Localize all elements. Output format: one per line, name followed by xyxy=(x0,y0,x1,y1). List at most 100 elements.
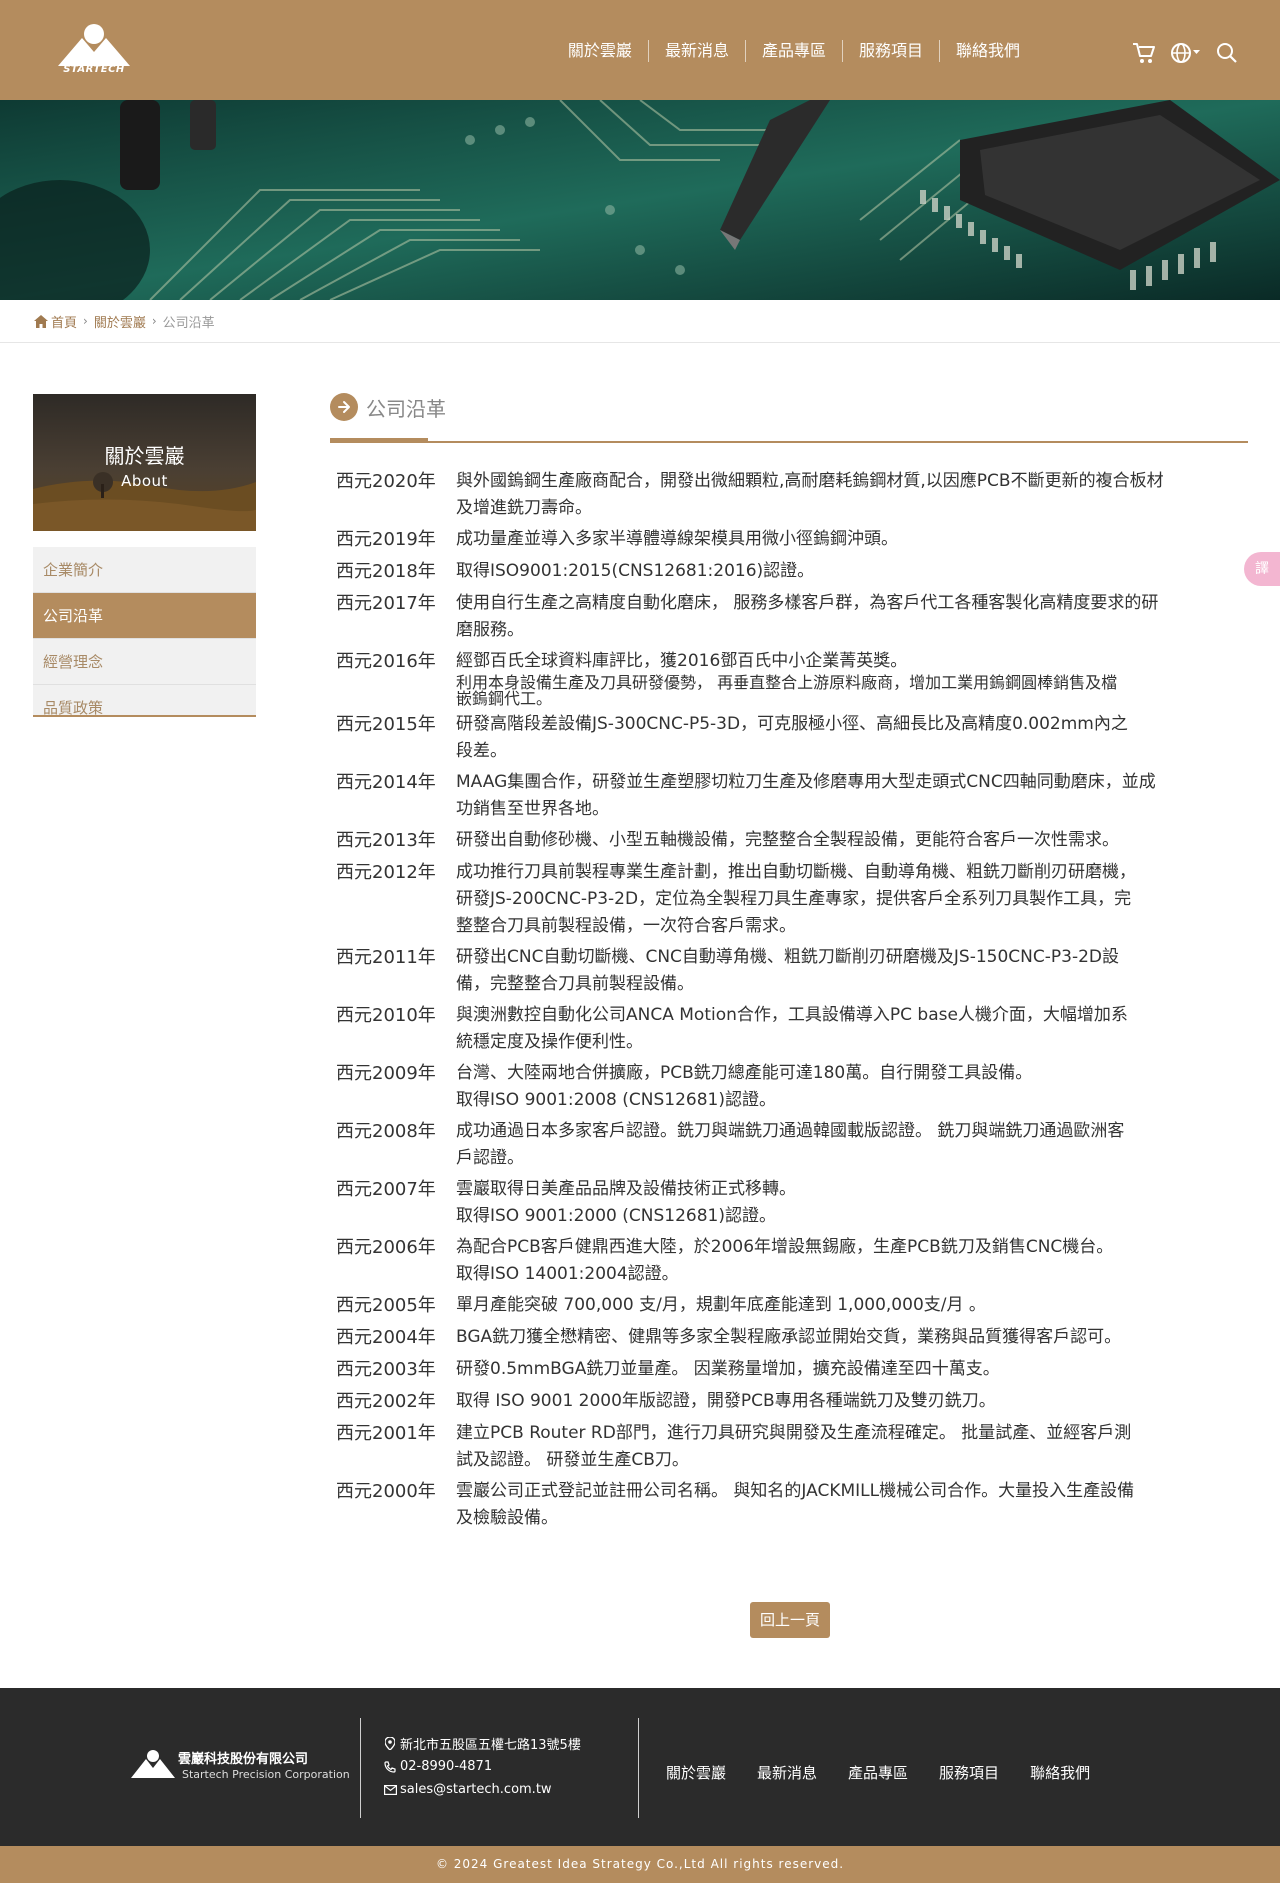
timeline-line: 與外國鎢鋼生產廠商配合，開發出微細顆粒,高耐磨耗鎢鋼材質,以因應PCB不斷更新的… xyxy=(456,471,1164,491)
timeline-year: 西元2014年 xyxy=(336,772,436,793)
location-icon xyxy=(382,1737,398,1750)
timeline-line: 利用本身設備生產及刀具研發優勢， 再垂直整合上游原料廠商，增加工業用鎢鋼圓棒銷售… xyxy=(456,673,1118,692)
timeline-year: 西元2012年 xyxy=(336,862,436,883)
footer-nav-products[interactable]: 產品專區 xyxy=(848,1762,908,1783)
footer-nav-about[interactable]: 關於雲巖 xyxy=(666,1762,726,1783)
translate-icon[interactable]: 譯 xyxy=(1244,552,1280,586)
timeline-line: 經鄧百氏全球資料庫評比，獲2016鄧百氏中小企業菁英獎。 xyxy=(456,651,908,671)
section-heading: 公司沿革 xyxy=(330,392,446,422)
divider xyxy=(0,342,1280,343)
sidebar-item-philosophy[interactable]: 經營理念 xyxy=(33,639,256,685)
timeline-line: 取得ISO9001:2015(CNS12681:2016)認證。 xyxy=(456,561,815,581)
startech-logo[interactable]: STARTECH xyxy=(56,22,132,78)
breadcrumb-home[interactable]: 首頁 xyxy=(51,312,77,331)
timeline-line: 研發出CNC自動切斷機、CNC自動導角機、粗銑刀斷削刃研磨機及JS-150CNC… xyxy=(456,947,1119,967)
timeline-description: 成功通過日本多家客戶認證。銑刀與端銑刀通過韓國載版認證。 銑刀與端銑刀通過歐洲客… xyxy=(456,1118,1248,1172)
timeline-line: 磨服務。 xyxy=(456,620,524,640)
footer-nav-news[interactable]: 最新消息 xyxy=(757,1762,817,1783)
timeline-line: 整整合刀具前製程設備，一次符合客戶需求。 xyxy=(456,916,796,936)
nav-services[interactable]: 服務項目 xyxy=(843,40,940,62)
timeline-description: 研發出自動修砂機、小型五軸機設備，完整整合全製程設備，更能符合客戶一次性需求。 xyxy=(456,827,1248,855)
timeline-description: 與外國鎢鋼生產廠商配合，開發出微細顆粒,高耐磨耗鎢鋼材質,以因應PCB不斷更新的… xyxy=(456,468,1248,522)
timeline-description: 取得 ISO 9001 2000年版認證，開發PCB專用各種端銑刀及雙刃銑刀。 xyxy=(456,1388,1248,1416)
timeline-year: 西元2003年 xyxy=(336,1359,436,1380)
timeline-line: BGA銑刀獲全懋精密、健鼎等多家全製程廠承認並開始交貨，業務與品質獲得客戶認可。 xyxy=(456,1327,1122,1347)
timeline-row: 西元2002年 取得 ISO 9001 2000年版認證，開發PCB專用各種端銑刀… xyxy=(336,1388,1248,1416)
timeline-row: 西元2005年 單月產能突破 700,000 支/月，規劃年底產能達到 1,000… xyxy=(336,1292,1248,1320)
footer-company-name: 雲巖科技股份有限公司 xyxy=(178,1752,309,1767)
timeline-row: 西元2004年 BGA銑刀獲全懋精密、健鼎等多家全製程廠承認並開始交貨，業務與品質… xyxy=(336,1324,1248,1352)
site-footer: 雲巖科技股份有限公司 Startech Precision Corporatio… xyxy=(0,1688,1280,1846)
timeline-year: 西元2009年 xyxy=(336,1063,436,1084)
sidebar-menu: 企業簡介 公司沿革 經營理念 品質政策 xyxy=(33,547,256,717)
timeline-row: 西元2003年 研發0.5mmBGA銑刀並量產。 因業務量增加，擴充設備達至四十萬… xyxy=(336,1356,1248,1384)
footer-email[interactable]: sales@startech.com.tw xyxy=(400,1782,552,1797)
mail-icon xyxy=(382,1784,398,1795)
sidebar-item-company-intro[interactable]: 企業簡介 xyxy=(33,547,256,593)
title-underline-accent xyxy=(330,438,428,443)
timeline-line: 取得 ISO 9001 2000年版認證，開發PCB專用各種端銑刀及雙刃銑刀。 xyxy=(456,1391,996,1411)
timeline-description: 單月產能突破 700,000 支/月，規劃年底產能達到 1,000,000支/月… xyxy=(456,1292,1248,1320)
footer-nav-contact[interactable]: 聯絡我們 xyxy=(1030,1762,1090,1783)
footer-contact: 新北市五股區五權七路13號5樓 02-8990-4871 sales@start… xyxy=(382,1732,581,1801)
timeline-line: 使用自行生產之高精度自動化磨床， 服務多樣客戶群，為客戶代工各種客製化高精度要求… xyxy=(456,593,1159,613)
nav-contact[interactable]: 聯絡我們 xyxy=(940,40,1036,62)
timeline-year: 西元2001年 xyxy=(336,1423,436,1444)
timeline-row: 西元2020年 與外國鎢鋼生產廠商配合，開發出微細顆粒,高耐磨耗鎢鋼材質,以因應P… xyxy=(336,468,1248,522)
timeline-line: 及增進銑刀壽命。 xyxy=(456,498,592,518)
timeline-line: 取得ISO 9001:2008 (CNS12681)認證。 xyxy=(456,1090,776,1110)
copyright: © 2024 Greatest Idea Strategy Co.,Ltd Al… xyxy=(0,1846,1280,1883)
sidebar-subtitle: About xyxy=(121,472,168,490)
site-header: STARTECH 關於雲巖 最新消息 產品專區 服務項目 聯絡我們 xyxy=(0,0,1280,100)
timeline-line: 研發JS-200CNC-P3-2D，定位為全製程刀具生產專家，提供客戶全系列刀具… xyxy=(456,889,1132,909)
nav-news[interactable]: 最新消息 xyxy=(649,40,746,62)
logo-text: STARTECH xyxy=(63,64,125,75)
footer-logo-icon[interactable] xyxy=(130,1748,176,1780)
timeline-year: 西元2004年 xyxy=(336,1327,436,1348)
timeline-year: 西元2018年 xyxy=(336,561,436,582)
timeline-line: 試及認證。 研發並生產CB刀。 xyxy=(456,1450,689,1470)
history-timeline: 西元2020年 與外國鎢鋼生產廠商配合，開發出微細顆粒,高耐磨耗鎢鋼材質,以因應P… xyxy=(336,468,1248,1536)
footer-nav-services[interactable]: 服務項目 xyxy=(939,1762,999,1783)
sidebar-item-history[interactable]: 公司沿革 xyxy=(33,593,256,639)
timeline-row: 西元2001年 建立PCB Router RD部門，進行刀具研究與開發及生產流程確… xyxy=(336,1420,1248,1474)
timeline-row: 西元2015年 研發高階段差設備JS-300CNC-P5-3D，可克服極小徑、高細… xyxy=(336,711,1248,765)
nav-products[interactable]: 產品專區 xyxy=(746,40,843,62)
timeline-line: 研發高階段差設備JS-300CNC-P5-3D，可克服極小徑、高細長比及高精度0… xyxy=(456,714,1128,734)
timeline-line: 為配合PCB客戶健鼎西進大陸，於2006年增設無錫廠，生產PCB銑刀及銷售CNC… xyxy=(456,1237,1114,1257)
timeline-row: 西元2011年 研發出CNC自動切斷機、CNC自動導角機、粗銑刀斷削刃研磨機及JS… xyxy=(336,944,1248,998)
timeline-year: 西元2020年 xyxy=(336,471,436,492)
timeline-row: 西元2013年 研發出自動修砂機、小型五軸機設備，完整整合全製程設備，更能符合客戶… xyxy=(336,827,1248,855)
timeline-line: 台灣、大陸兩地合併擴廠，PCB銑刀總產能可達180萬。自行開發工具設備。 xyxy=(456,1063,1033,1083)
cart-icon[interactable] xyxy=(1132,42,1156,68)
chevron-right-icon: › xyxy=(151,314,157,328)
timeline-description: 為配合PCB客戶健鼎西進大陸，於2006年增設無錫廠，生產PCB銑刀及銷售CNC… xyxy=(456,1234,1248,1288)
timeline-description: 台灣、大陸兩地合併擴廠，PCB銑刀總產能可達180萬。自行開發工具設備。 取得IS… xyxy=(456,1060,1248,1114)
timeline-year: 西元2010年 xyxy=(336,1005,436,1026)
timeline-line: 研發0.5mmBGA銑刀並量產。 因業務量增加，擴充設備達至四十萬支。 xyxy=(456,1359,1000,1379)
footer-divider xyxy=(360,1718,361,1818)
sidebar-title: 關於雲巖 xyxy=(104,444,185,468)
sidebar-header-image: 關於雲巖 About xyxy=(33,394,256,531)
timeline-row: 西元2007年 雲巖取得日美產品品牌及設備技術正式移轉。 取得ISO 9001:20… xyxy=(336,1176,1248,1230)
sidebar-item-quality-policy[interactable]: 品質政策 xyxy=(33,685,256,715)
timeline-line: MAAG集團合作，研發並生產塑膠切粒刀生產及修磨專用大型走頭式CNC四軸同動磨床… xyxy=(456,772,1156,792)
main-nav: 關於雲巖 最新消息 產品專區 服務項目 聯絡我們 xyxy=(552,40,1036,62)
breadcrumb-about[interactable]: 關於雲巖 xyxy=(94,312,146,331)
timeline-row: 西元2008年 成功通過日本多家客戶認證。銑刀與端銑刀通過韓國載版認證。 銑刀與端… xyxy=(336,1118,1248,1172)
search-icon[interactable] xyxy=(1216,42,1238,68)
breadcrumb: 首頁 › 關於雲巖 › 公司沿革 xyxy=(34,312,215,331)
timeline-line: 戶認證。 xyxy=(456,1148,524,1168)
timeline-description: 成功推行刀具前製程專業生產計劃，推出自動切斷機、自動導角機、粗銑刀斷削刃研磨機，… xyxy=(456,859,1248,940)
timeline-year: 西元2015年 xyxy=(336,714,436,735)
timeline-description: 經鄧百氏全球資料庫評比，獲2016鄧百氏中小企業菁英獎。利用本身設備生產及刀具研… xyxy=(456,648,1248,707)
home-icon[interactable] xyxy=(34,314,48,328)
nav-about[interactable]: 關於雲巖 xyxy=(552,40,649,62)
timeline-year: 西元2006年 xyxy=(336,1237,436,1258)
back-button[interactable]: 回上一頁 xyxy=(750,1602,830,1638)
footer-phone[interactable]: 02-8990-4871 xyxy=(400,1759,492,1774)
globe-icon[interactable] xyxy=(1170,42,1202,68)
timeline-row: 西元2017年 使用自行生產之高精度自動化磨床， 服務多樣客戶群，為客戶代工各種客… xyxy=(336,590,1248,644)
timeline-description: 研發高階段差設備JS-300CNC-P5-3D，可克服極小徑、高細長比及高精度0… xyxy=(456,711,1248,765)
timeline-description: BGA銑刀獲全懋精密、健鼎等多家全製程廠承認並開始交貨，業務與品質獲得客戶認可。 xyxy=(456,1324,1248,1352)
